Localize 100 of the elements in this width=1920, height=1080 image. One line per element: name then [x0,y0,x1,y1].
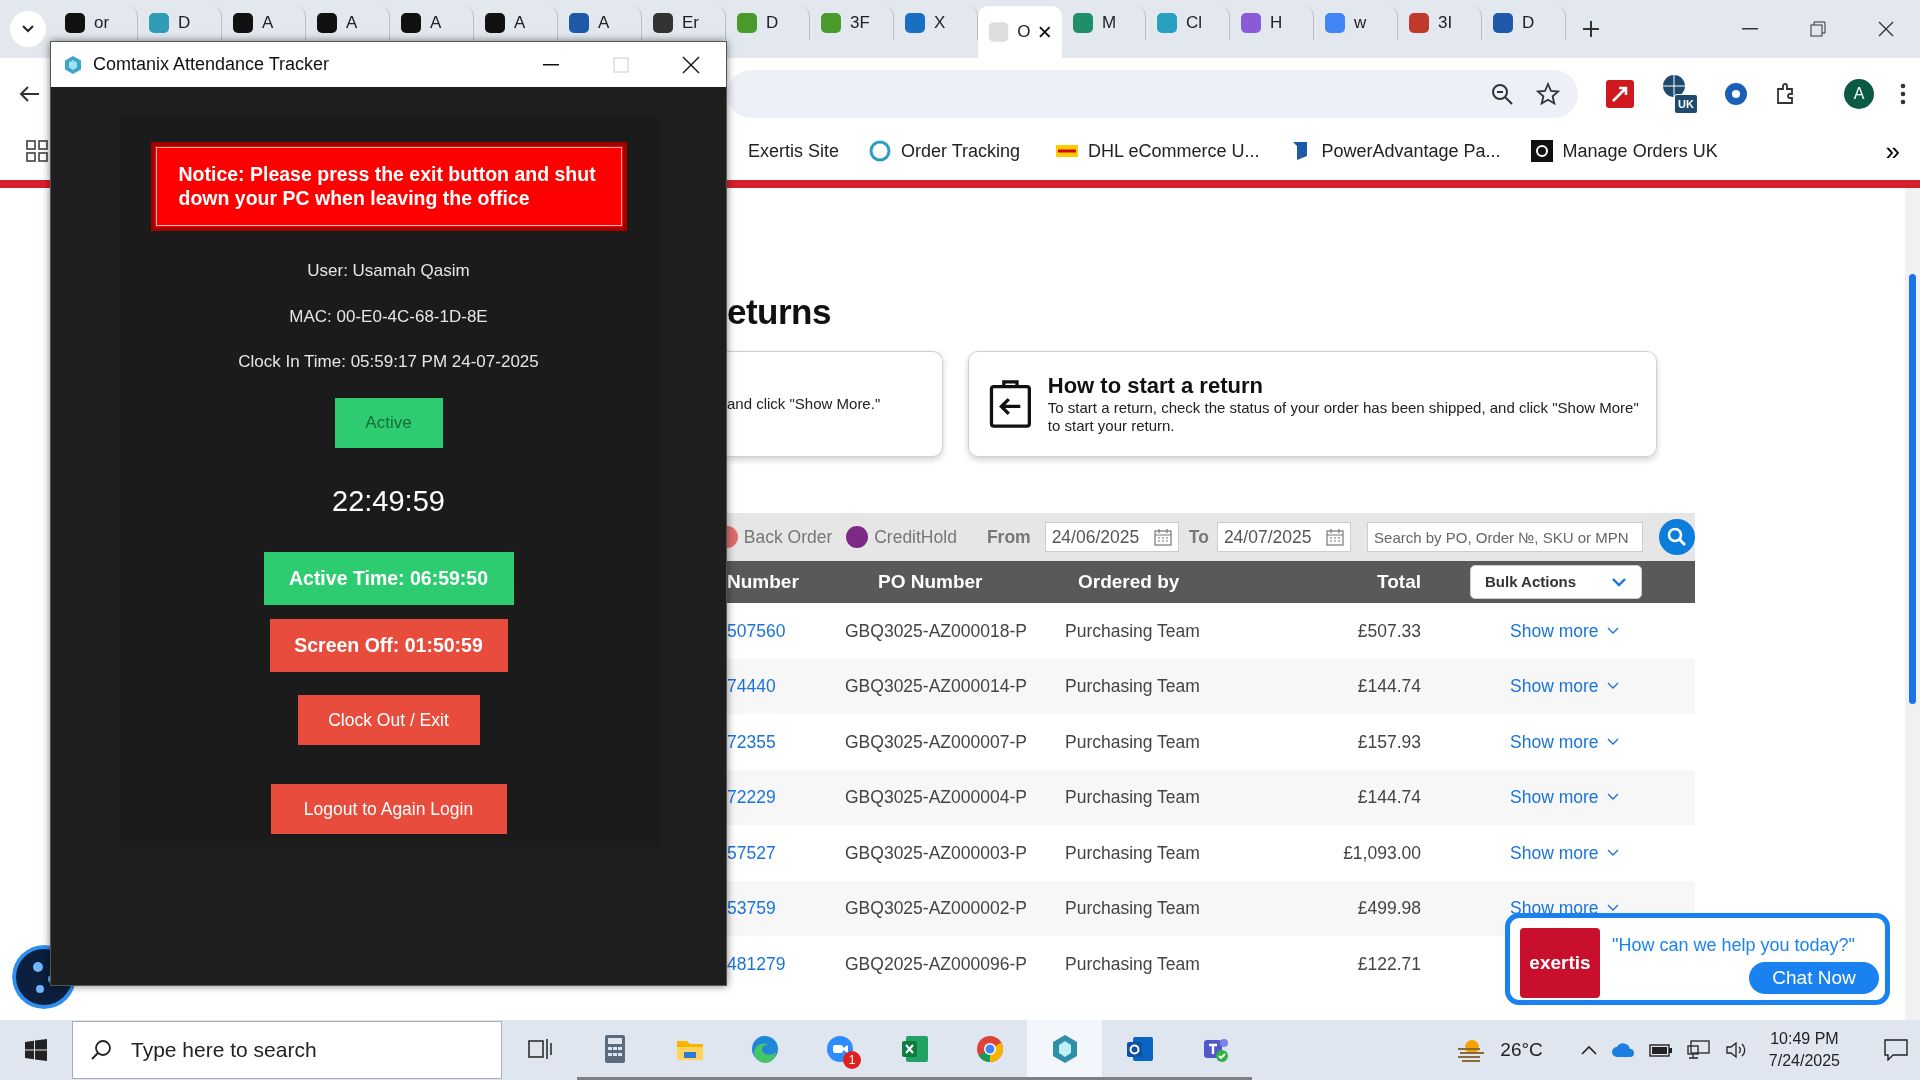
search-button[interactable] [1659,519,1695,555]
table-cell: Purchasing Team [1065,787,1200,808]
menu-button[interactable] [1900,83,1906,105]
close-icon [682,55,700,74]
extension-button[interactable]: UK [1660,74,1698,114]
browser-tab[interactable]: M [1062,6,1146,40]
clock-text: 22:49:59 [332,484,445,520]
taskbar-app[interactable] [1027,1020,1102,1080]
network-icon[interactable] [1686,1040,1711,1060]
date-field[interactable]: 24/06/2025 [1044,522,1179,552]
more-bookmarks-button[interactable]: » [1885,131,1900,171]
tab-favicon-icon [316,12,338,34]
tab-favicon-icon [1156,12,1178,34]
action-button[interactable]: Clock Out / Exit [297,694,480,745]
close-icon[interactable] [1038,25,1052,39]
taskbar-app[interactable]: 1 [802,1020,877,1080]
browser-tab[interactable]: H [1230,6,1314,40]
browser-tab[interactable]: X [894,6,978,40]
show-more-link[interactable]: Show more [1510,839,1619,866]
table-cell: Purchasing Team [1065,676,1200,697]
bookmark-link[interactable]: DHL eCommerce U... [1046,133,1270,169]
weather-icon [1456,1037,1487,1063]
caret-icon [21,24,35,34]
order-number-link[interactable]: 507560 [727,617,786,644]
browser-tab[interactable]: D [726,6,810,40]
table-cell: £122.71 [1357,953,1421,974]
browser-tab[interactable]: A [474,6,558,40]
table-cell: GBQ3025-AZ000018-P [845,620,1027,641]
chat-now-button[interactable]: Chat Now [1749,962,1879,994]
search-field[interactable]: Search by PO, Order №, SKU or MPN [1367,522,1644,552]
profile-avatar[interactable]: A [1844,79,1874,109]
scrollbar[interactable] [1905,188,1920,1020]
action-button[interactable]: Logout to Again Login [270,783,507,834]
bookmark-favicon-icon [869,140,892,162]
shield-icon [1724,82,1748,106]
tab-favicon-icon [904,12,926,34]
browser-tab[interactable]: or [54,6,138,40]
tab-favicon-icon [1324,12,1346,34]
user-label: User: Usamah Qasim [307,259,470,282]
taskbar-search-field[interactable]: Type here to search [72,1021,502,1079]
table-cell: Purchasing Team [1065,842,1200,863]
table-cell: Purchasing Team [1065,620,1200,641]
notifications-button[interactable] [1884,1039,1908,1061]
table-cell: Purchasing Team [1065,731,1200,752]
order-number-link[interactable]: 72229 [727,784,776,811]
show-more-link[interactable]: Show more [1510,728,1619,755]
show-more-link[interactable]: Show more [1510,784,1619,811]
browser-tab[interactable]: Cl [1146,6,1230,40]
bookmark-link[interactable]: PowerAdvantage Pa... [1279,133,1511,169]
browser-tab[interactable]: D [138,6,222,40]
table-cell: £1,093.00 [1343,842,1421,863]
extension-button[interactable] [1724,82,1748,106]
cloud-icon[interactable] [1610,1042,1635,1058]
bookmark-button[interactable] [1536,82,1560,106]
show-more-link[interactable]: Show more [1510,617,1619,644]
browser-tab[interactable]: A [558,6,642,40]
extension-button[interactable] [1606,80,1634,108]
browser-tab[interactable]: 3F [810,6,894,40]
order-number-link[interactable]: 57527 [727,839,776,866]
date-field[interactable]: 24/07/2025 [1216,522,1352,552]
browser-tab[interactable]: 3I [1398,6,1482,40]
tab-favicon-icon [64,12,86,34]
minimize-icon [543,63,559,66]
bookmark-link[interactable]: Manage Orders UK [1520,133,1728,169]
chevron-up-icon[interactable] [1580,1045,1597,1055]
browser-tab[interactable]: D [1482,6,1566,40]
column-header: PO Number [878,570,983,592]
browser-tab[interactable]: A [222,6,306,40]
tab-favicon-icon [1072,12,1094,34]
task-view-icon [527,1037,552,1060]
video-camera-icon [824,1033,855,1064]
scrollbar-thumb[interactable] [1909,274,1916,704]
order-number-link[interactable]: 74440 [727,673,776,700]
new-tab-button[interactable] [1582,20,1600,38]
tab-search-button[interactable] [10,11,46,47]
browser-tab[interactable]: w [1314,6,1398,40]
maximize-icon [613,56,629,73]
chat-toast[interactable]: exertis "How can we help you today?" Chat Now [1505,913,1890,1005]
browser-tab[interactable]: O [978,6,1062,58]
show-more-link[interactable]: Show more [1510,673,1619,700]
table-cell: GBQ2025-AZ000096-P [845,953,1027,974]
browser-tab[interactable]: A [390,6,474,40]
filter-label: From [986,525,1031,549]
legend-label: CreditHold [874,525,957,549]
order-number-link[interactable]: 53759 [727,895,776,922]
browser-tab[interactable]: A [306,6,390,40]
browser-tab[interactable]: Er [642,6,726,40]
apps-button[interactable] [26,140,48,162]
back-button[interactable] [18,85,40,103]
grid-icon [26,140,48,162]
browser-swirl-icon [749,1033,780,1064]
screen-off-badge: Screen Off: 01:50:59 [269,618,508,672]
battery-icon[interactable] [1648,1042,1673,1058]
order-number-link[interactable]: 481279 [727,950,786,977]
minimize-icon [1742,28,1758,30]
bulk-actions-dropdown[interactable]: Bulk Actions [1470,565,1642,599]
bookmark-link[interactable]: Exertis Site [738,133,850,169]
order-number-link[interactable]: 72355 [727,728,776,755]
zoom-button[interactable] [1490,82,1514,106]
bookmark-link[interactable]: Order Tracking [859,133,1031,169]
